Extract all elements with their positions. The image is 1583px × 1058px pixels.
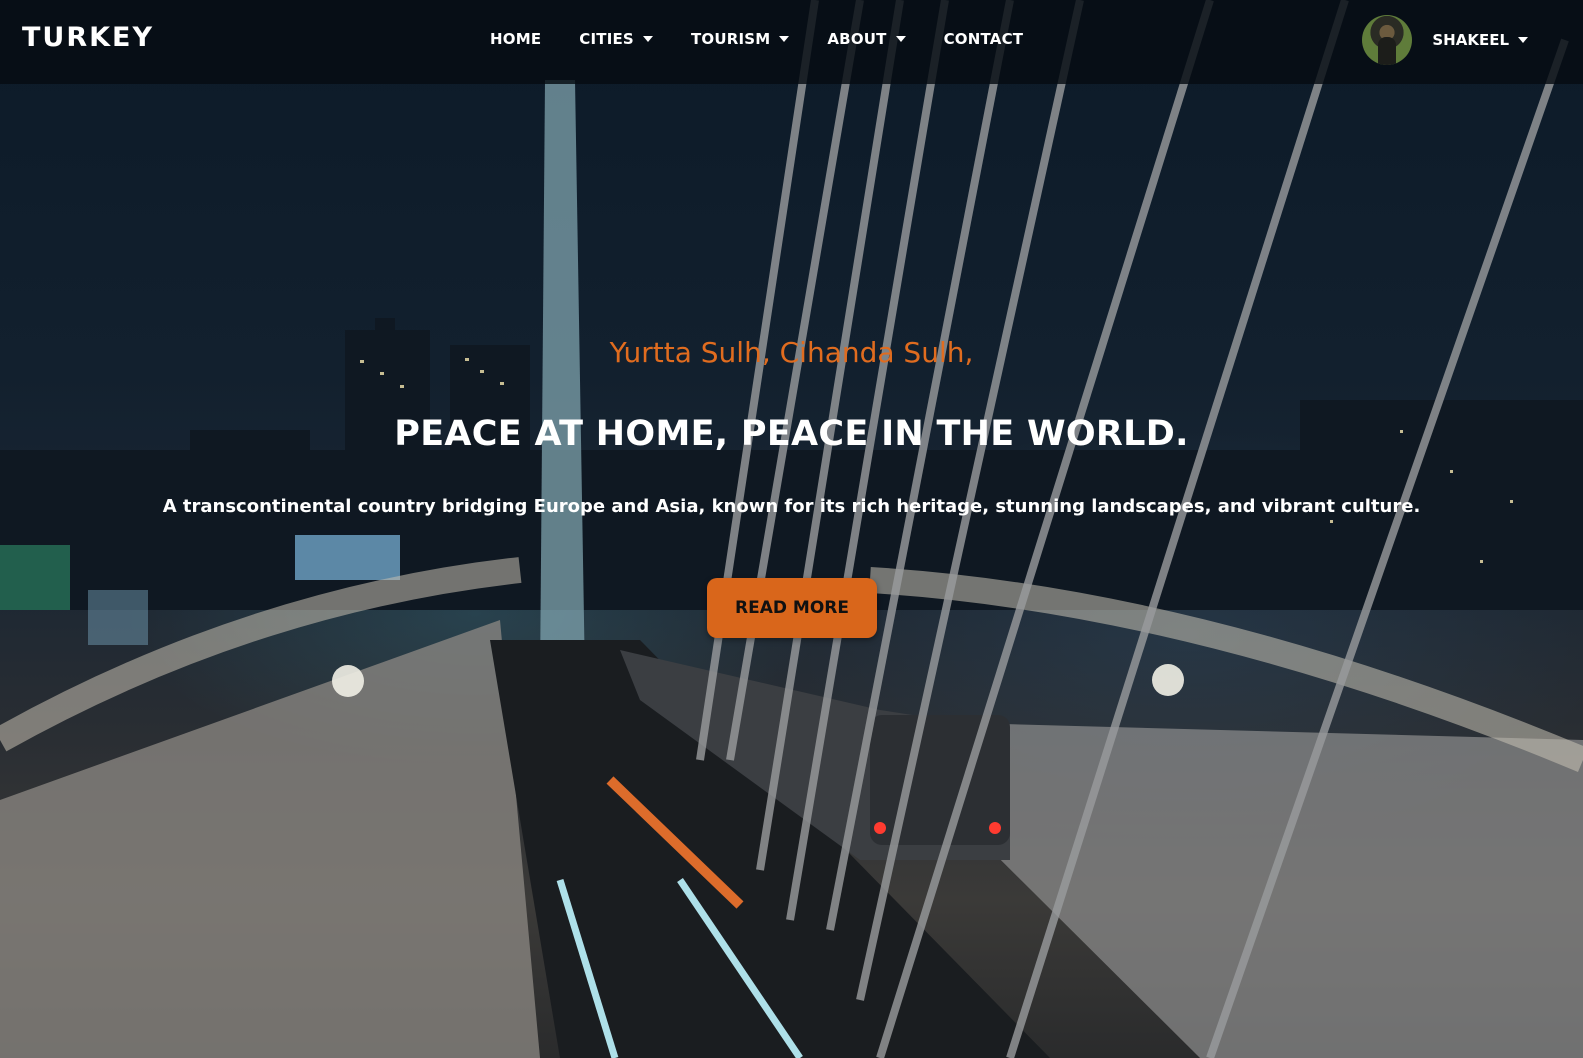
hero-tagline: Yurtta Sulh, Cihanda Sulh, [609, 336, 974, 369]
user-menu[interactable]: SHAKEEL [1362, 15, 1528, 65]
chevron-down-icon [1518, 37, 1528, 43]
top-navbar: TURKEY HOME CITIES TOURISM ABOUT CONTACT… [0, 0, 1583, 84]
user-name: SHAKEEL [1432, 31, 1509, 49]
main-nav-menu: HOME CITIES TOURISM ABOUT CONTACT [490, 30, 1061, 48]
read-more-button[interactable]: READ MORE [707, 578, 877, 638]
nav-item-home[interactable]: HOME [490, 30, 541, 48]
nav-item-contact[interactable]: CONTACT [944, 30, 1024, 48]
nav-item-label: TOURISM [690, 30, 771, 48]
nav-item-label: HOME [490, 30, 542, 48]
nav-item-about[interactable]: ABOUT [827, 30, 906, 48]
nav-item-cities[interactable]: CITIES [579, 30, 653, 48]
chevron-down-icon [895, 36, 906, 42]
hero-description: A transcontinental country bridging Euro… [162, 496, 1421, 517]
brand-logo[interactable]: TURKEY [22, 22, 154, 53]
chevron-down-icon [642, 36, 653, 42]
nav-item-label: ABOUT [827, 30, 887, 48]
avatar[interactable] [1362, 15, 1413, 65]
hero-background-image [0, 0, 1583, 1058]
night-bridge-scene [0, 0, 1583, 1058]
chevron-down-icon [779, 36, 790, 42]
hero-headline: PEACE AT HOME, PEACE IN THE WORLD. [394, 414, 1189, 454]
nav-item-tourism[interactable]: TOURISM [690, 30, 790, 48]
nav-item-label: CITIES [579, 30, 634, 48]
nav-item-label: CONTACT [943, 30, 1024, 48]
